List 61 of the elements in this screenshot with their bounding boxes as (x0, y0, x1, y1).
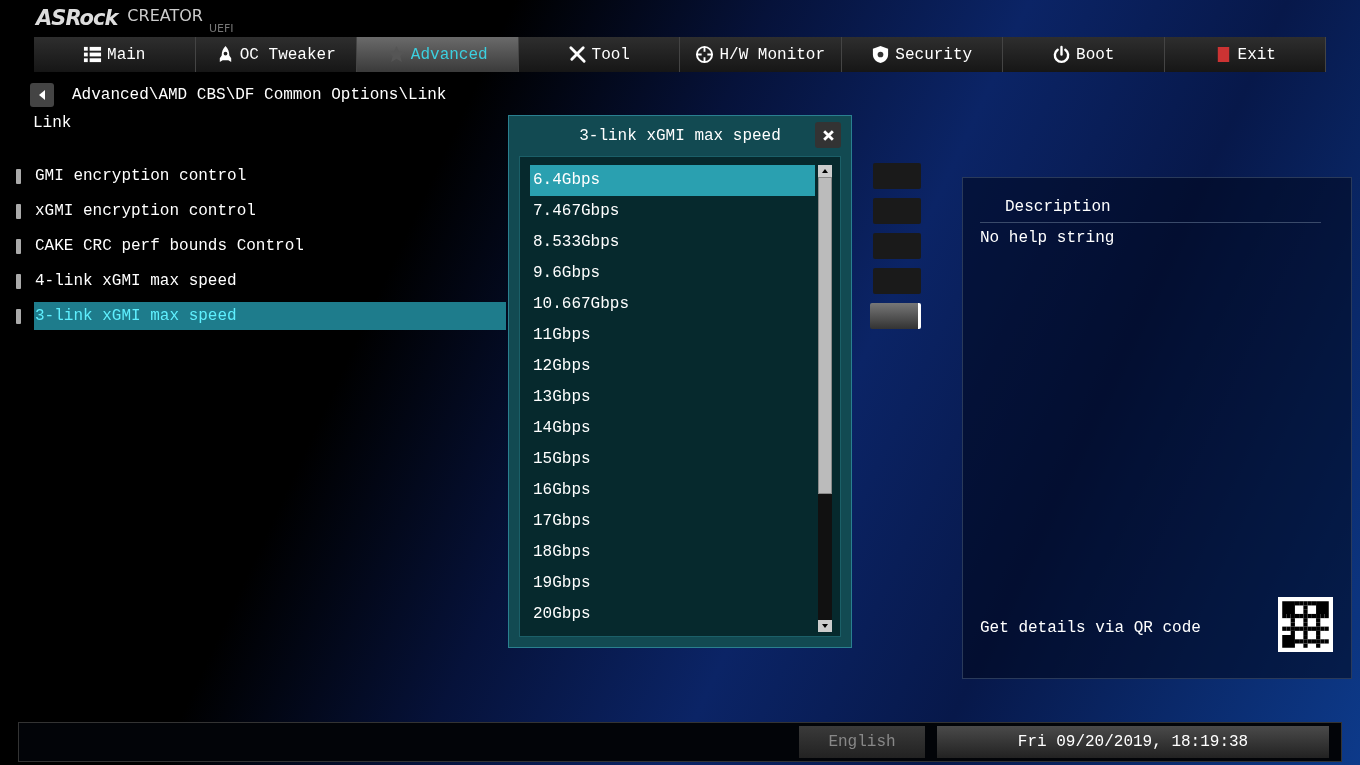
scroll-thumb[interactable] (818, 177, 832, 494)
page-title: Link (33, 114, 72, 134)
nav-tab[interactable]: Tool (518, 37, 680, 72)
nav-tab[interactable]: OC Tweaker (195, 37, 357, 72)
bullet-icon (16, 168, 21, 184)
value-field[interactable] (873, 163, 921, 189)
power-icon (1052, 45, 1072, 64)
menu-item[interactable]: CAKE CRC perf bounds Control (34, 232, 506, 260)
bullet-icon (16, 203, 21, 219)
close-icon (821, 128, 835, 142)
value-field[interactable] (873, 198, 921, 224)
option-item[interactable]: 19Gbps (530, 568, 815, 599)
option-item[interactable]: 20Gbps (530, 599, 815, 630)
option-item[interactable]: 9.6Gbps (530, 258, 815, 289)
option-item[interactable]: 16Gbps (530, 475, 815, 506)
option-item[interactable]: 10.667Gbps (530, 289, 815, 320)
option-item[interactable]: 13Gbps (530, 382, 815, 413)
nav-tab[interactable]: Security (841, 37, 1003, 72)
nav-tab[interactable]: Boot (1003, 37, 1165, 72)
badge-icon (871, 45, 891, 64)
menu-item[interactable]: 3-link xGMI max speed (34, 302, 506, 330)
edition-label: UEFI (208, 22, 234, 35)
option-item[interactable]: 15Gbps (530, 444, 815, 475)
option-item[interactable]: 12Gbps (530, 351, 815, 382)
brand-logo: ASRock (36, 6, 118, 30)
close-button[interactable] (815, 122, 841, 148)
option-item[interactable]: 14Gbps (530, 413, 815, 444)
menu-item[interactable]: GMI encryption control (34, 162, 506, 190)
qr-caption: Get details via QR code (980, 618, 1201, 637)
option-item[interactable]: 7.467Gbps (530, 196, 815, 227)
option-item[interactable]: 8.533Gbps (530, 227, 815, 258)
product-name: CREATOR (127, 6, 203, 25)
bullet-icon (16, 308, 21, 324)
nav-tab[interactable]: H/W Monitor (680, 37, 842, 72)
value-field[interactable] (870, 303, 921, 329)
bullet-icon (16, 238, 21, 254)
scrollbar[interactable] (818, 165, 832, 632)
value-field[interactable] (873, 268, 921, 294)
nav-tab[interactable]: Main (34, 37, 196, 72)
breadcrumb-path: Advanced\AMD CBS\DF Common Options\Link (72, 86, 447, 104)
option-item[interactable]: 17Gbps (530, 506, 815, 537)
scroll-up-icon (818, 165, 832, 177)
qr-code-icon (1278, 597, 1333, 652)
value-field[interactable] (873, 233, 921, 259)
list-icon (83, 45, 103, 64)
description-title: Description (980, 198, 1321, 223)
language-button[interactable]: English (799, 726, 925, 758)
menu-item[interactable]: 4-link xGMI max speed (34, 267, 506, 295)
menu-item[interactable]: xGMI encryption control (34, 197, 506, 225)
dialog-title: 3-link xGMI max speed (579, 127, 781, 145)
option-item[interactable]: 18Gbps (530, 537, 815, 568)
date-time: Fri 09/20/2019, 18:19:38 (937, 726, 1329, 758)
left-arrow-icon (37, 89, 47, 101)
nav-tab[interactable]: Advanced (357, 37, 519, 72)
scroll-down-icon (818, 620, 832, 632)
nav-tab[interactable]: Exit (1164, 37, 1326, 72)
description-text: No help string (980, 229, 1116, 247)
bullet-icon (16, 273, 21, 289)
back-button[interactable] (30, 83, 54, 107)
crosshair-icon (695, 45, 715, 64)
option-item[interactable]: 11Gbps (530, 320, 815, 351)
